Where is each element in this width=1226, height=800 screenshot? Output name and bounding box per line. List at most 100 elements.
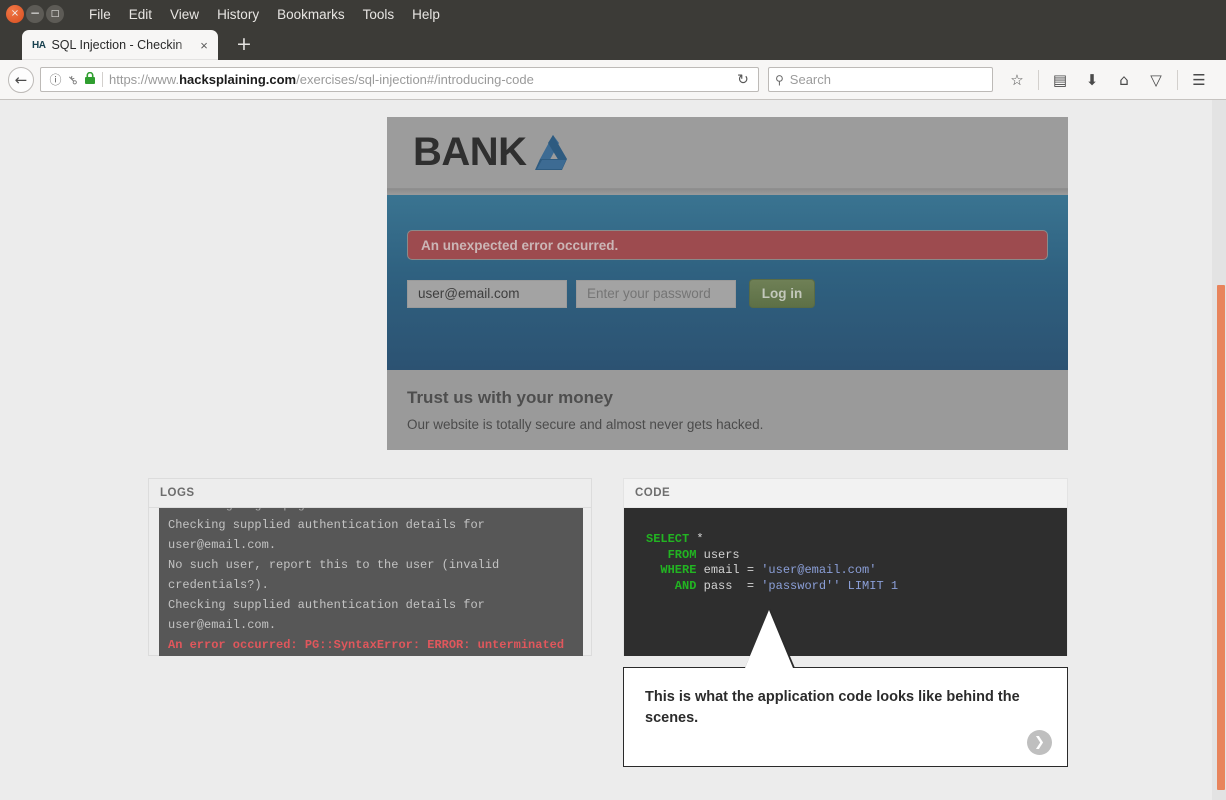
window-maximize-button[interactable]: □ xyxy=(46,5,64,23)
log-line: Checking supplied authentication details… xyxy=(168,598,485,612)
code-sql-block[interactable]: SELECT * FROM users WHERE email = 'user@… xyxy=(624,508,1067,656)
code-token: 'password'' xyxy=(761,578,841,593)
window-close-button[interactable]: × xyxy=(6,5,24,23)
window-titlebar: × − □ File Edit View History Bookmarks T… xyxy=(0,0,1226,28)
password-field[interactable]: Enter your password xyxy=(576,279,736,308)
login-form: user@email.com Enter your password Log i… xyxy=(407,279,815,308)
bank-trust-band: Trust us with your money Our website is … xyxy=(387,370,1068,450)
menu-item-tools[interactable]: Tools xyxy=(354,4,404,25)
new-tab-button[interactable]: + xyxy=(232,34,256,56)
window-minimize-button[interactable]: − xyxy=(26,5,44,23)
code-line: FROM users xyxy=(646,548,1067,564)
menu-item-bookmarks[interactable]: Bookmarks xyxy=(268,4,354,25)
logs-output[interactable]: Rendering login page. Checking supplied … xyxy=(159,508,583,656)
tooltip-text: This is what the application code looks … xyxy=(645,689,1020,726)
browser-tab-active[interactable]: HA SQL Injection - Checkin × xyxy=(22,30,218,60)
window-controls: × − □ xyxy=(0,5,64,23)
tooltip-next-button[interactable]: ❯ xyxy=(1027,730,1052,755)
code-line: AND pass = 'password'' LIMIT 1 xyxy=(646,579,1067,595)
menu-item-history[interactable]: History xyxy=(208,4,268,25)
minimize-icon: − xyxy=(29,6,41,20)
log-line: Rendering login page. xyxy=(168,508,574,515)
menu-item-view[interactable]: View xyxy=(161,4,208,25)
code-token: FROM xyxy=(646,547,697,562)
menu-item-file[interactable]: File xyxy=(80,4,120,25)
code-panel: CODE SELECT * FROM users WHERE email = '… xyxy=(623,478,1068,656)
tab-close-icon[interactable]: × xyxy=(196,37,212,53)
bank-login-panel: An unexpected error occurred. user@email… xyxy=(387,195,1068,370)
downloads-icon[interactable]: ⬇ xyxy=(1078,67,1106,93)
home-icon[interactable]: ⌂ xyxy=(1110,67,1138,93)
logs-panel-header: LOGS xyxy=(149,479,591,508)
toolbar-divider xyxy=(1038,69,1039,90)
login-button[interactable]: Log in xyxy=(749,279,815,308)
logs-panel: LOGS Rendering login page. Checking supp… xyxy=(148,478,592,656)
code-token: SELECT xyxy=(646,532,690,546)
hacksplaining-favicon-icon: HA xyxy=(32,39,46,51)
address-bar[interactable]: ⓘ ⚷ https://www.hacksplaining.com/exerci… xyxy=(40,67,759,92)
log-line: Checking supplied authentication details… xyxy=(168,518,485,532)
toolbar-icon-group: ☆ ▤ ⬇ ⌂ ▽ ☰ xyxy=(1003,67,1213,93)
code-token: 'user@email.com' xyxy=(761,563,877,577)
menu-item-help[interactable]: Help xyxy=(403,4,449,25)
tour-tooltip: This is what the application code looks … xyxy=(623,667,1068,767)
bookmark-star-icon[interactable]: ☆ xyxy=(1003,67,1031,93)
pocket-icon[interactable]: ▽ xyxy=(1142,67,1170,93)
tab-title: SQL Injection - Checkin xyxy=(51,38,183,52)
code-line: SELECT * xyxy=(646,532,1067,548)
search-icon: ⚲ xyxy=(775,72,784,87)
code-panel-header: CODE xyxy=(624,479,1067,508)
bank-logo: BANK xyxy=(413,130,577,175)
code-token: LIMIT 1 xyxy=(847,578,899,593)
page-scrollbar-thumb[interactable] xyxy=(1217,285,1225,790)
hamburger-menu-icon[interactable]: ☰ xyxy=(1185,67,1213,93)
search-bar[interactable]: ⚲ Search xyxy=(768,67,993,92)
menu-bar: File Edit View History Bookmarks Tools H… xyxy=(80,4,449,25)
back-button[interactable]: ← xyxy=(8,66,34,93)
trust-heading: Trust us with your money xyxy=(407,388,613,407)
log-line: user@email.com. xyxy=(168,618,277,632)
search-placeholder: Search xyxy=(789,72,831,87)
page-scrollbar-track[interactable] xyxy=(1212,100,1226,800)
code-token: AND xyxy=(646,578,697,593)
code-token: WHERE xyxy=(646,563,697,577)
reload-button[interactable]: ↻ xyxy=(730,68,756,91)
reader-list-icon[interactable]: ▤ xyxy=(1046,67,1074,93)
toolbar-divider-2 xyxy=(1177,69,1178,90)
chevron-right-icon: ❯ xyxy=(1034,735,1045,750)
menu-item-edit[interactable]: Edit xyxy=(120,4,161,25)
address-bar-url: https://www.hacksplaining.com/exercises/… xyxy=(109,72,730,87)
maximize-icon: □ xyxy=(50,8,60,19)
bank-header: BANK xyxy=(387,117,1068,189)
code-token: pass = xyxy=(696,578,762,593)
bank-logo-triangle-icon xyxy=(534,134,567,170)
tab-strip: HA SQL Injection - Checkin × + xyxy=(0,28,1226,60)
code-token: users xyxy=(696,547,740,562)
logs-caption: LOGS xyxy=(160,487,195,499)
error-banner-text: An unexpected error occurred. xyxy=(421,237,619,253)
bank-logo-text: BANK xyxy=(413,130,527,174)
log-line: No such user, report this to the user (i… xyxy=(168,558,500,572)
code-token: * xyxy=(689,532,704,546)
code-caption: CODE xyxy=(635,487,671,499)
url-scheme: https://www. xyxy=(109,72,180,87)
tooltip-pointer xyxy=(745,610,793,668)
log-line: user@email.com. xyxy=(168,538,277,552)
address-bar-divider xyxy=(102,72,103,87)
code-line: WHERE email = 'user@email.com' xyxy=(646,563,1067,579)
code-token: email = xyxy=(696,563,762,577)
secure-lock-icon[interactable] xyxy=(81,71,98,87)
url-path: /exercises/sql-injection#/introducing-co… xyxy=(296,72,534,87)
log-line: credentials?). xyxy=(168,578,269,592)
page-viewport: BANK An unexpected error occurred. user@… xyxy=(0,100,1226,800)
arrow-left-icon: ← xyxy=(14,70,28,89)
error-banner: An unexpected error occurred. xyxy=(407,230,1048,260)
bank-demo-app: BANK An unexpected error occurred. user@… xyxy=(387,100,1068,450)
url-host: hacksplaining.com xyxy=(179,72,297,87)
email-field[interactable]: user@email.com xyxy=(407,279,567,308)
log-line-error: An error occurred: PG::SyntaxError: ERRO… xyxy=(168,638,565,652)
close-icon: × xyxy=(10,8,20,19)
navigation-toolbar: ← ⓘ ⚷ https://www.hacksplaining.com/exer… xyxy=(0,60,1226,100)
trust-subtext: Our website is totally secure and almost… xyxy=(407,417,764,432)
